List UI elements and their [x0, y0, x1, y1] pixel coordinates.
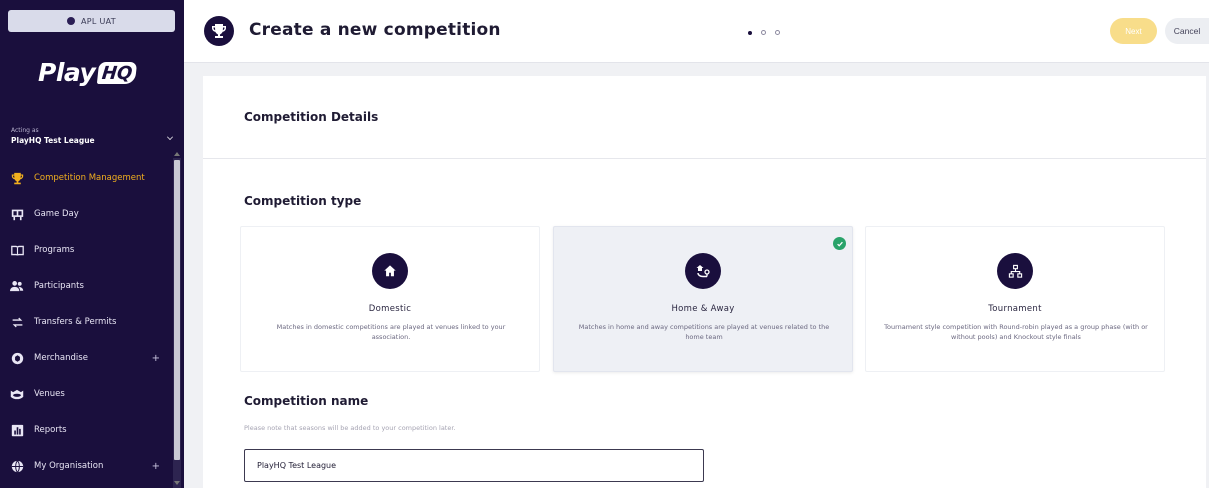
chevron-down-icon[interactable] [167, 134, 173, 140]
environment-badge: APL UAT [8, 10, 175, 32]
sidebar-item-reports[interactable]: Reports [0, 412, 172, 448]
sidebar: APL UAT Play HQ Acting as PlayHQ Test Le… [0, 0, 184, 488]
organisation-switcher[interactable]: PlayHQ Test League [11, 136, 95, 145]
playhq-logo[interactable]: Play HQ [38, 58, 138, 87]
sidebar-item-label: Reports [34, 425, 67, 435]
sidebar-scrollbar-thumb[interactable] [174, 160, 180, 460]
environment-dot-icon [67, 17, 75, 25]
page-title: Create a new competition [249, 20, 501, 40]
sidebar-item-label: My Organisation [34, 461, 104, 471]
merchandise-icon [10, 351, 24, 365]
sidebar-item-programs[interactable]: Programs [0, 232, 172, 268]
logo-badge: HQ [97, 61, 138, 84]
reports-icon [10, 423, 24, 437]
scroll-up-arrow-icon[interactable] [174, 152, 180, 156]
competition-name-heading: Competition name [244, 394, 369, 408]
step-indicator [748, 30, 780, 35]
sidebar-item-transfers-permits[interactable]: Transfers & Permits [0, 304, 172, 340]
card-title: Domestic [368, 304, 412, 314]
sidebar-item-label: Programs [34, 245, 75, 255]
section-divider [203, 158, 1206, 159]
sidebar-item-label: Transfers & Permits [34, 317, 117, 327]
globe-icon [10, 459, 24, 473]
book-icon [10, 243, 24, 257]
sidebar-nav: Competition Management Game Day Programs… [0, 160, 172, 484]
sidebar-item-label: Participants [34, 281, 84, 291]
sidebar-item-game-day[interactable]: Game Day [0, 196, 172, 232]
people-icon [10, 279, 24, 293]
competition-details-heading: Competition Details [244, 110, 379, 124]
competition-type-options: Domestic Matches in domestic competition… [240, 226, 1165, 372]
expand-icon[interactable]: + [152, 353, 160, 364]
card-title: Home & Away [671, 304, 735, 314]
sidebar-item-label: Venues [34, 389, 65, 399]
step-dot-active [748, 30, 752, 35]
sidebar-item-merchandise[interactable]: Merchandise + [0, 340, 172, 376]
logo-text: Play [38, 58, 96, 87]
transfer-icon [10, 315, 24, 329]
home-away-icon [685, 253, 721, 289]
trophy-icon [10, 171, 24, 185]
expand-icon[interactable]: + [152, 461, 160, 472]
sidebar-item-my-organisation[interactable]: My Organisation + [0, 448, 172, 484]
home-icon [372, 253, 408, 289]
cancel-button[interactable]: Cancel [1165, 18, 1209, 44]
sidebar-item-label: Merchandise [34, 353, 88, 363]
stadium-icon [10, 387, 24, 401]
competition-form: Competition Details Competition type Dom… [203, 76, 1206, 488]
card-description: Tournament style competition with Round-… [884, 323, 1148, 341]
scroll-down-arrow-icon[interactable] [174, 481, 180, 485]
app-root: APL UAT Play HQ Acting as PlayHQ Test Le… [0, 0, 1209, 488]
competition-name-hint: Please note that seasons will be added t… [244, 424, 456, 432]
step-dot [775, 30, 780, 35]
sidebar-item-label: Competition Management [34, 173, 145, 183]
selected-check-icon [833, 237, 846, 250]
card-description: Matches in home and away competitions ar… [578, 323, 830, 341]
competition-type-tournament[interactable]: Tournament Tournament style competition … [865, 226, 1165, 372]
scoreboard-icon [10, 207, 24, 221]
sidebar-item-venues[interactable]: Venues [0, 376, 172, 412]
card-title: Tournament [988, 304, 1042, 314]
card-description: Matches in domestic competitions are pla… [276, 323, 506, 341]
step-dot [761, 30, 766, 35]
sidebar-item-label: Game Day [34, 209, 79, 219]
competition-name-input[interactable] [244, 449, 704, 482]
sidebar-item-competition-management[interactable]: Competition Management [0, 160, 172, 196]
sidebar-item-participants[interactable]: Participants [0, 268, 172, 304]
bracket-icon [997, 253, 1033, 289]
competition-type-domestic[interactable]: Domestic Matches in domestic competition… [240, 226, 540, 372]
competition-type-heading: Competition type [244, 194, 362, 208]
environment-label: APL UAT [81, 16, 116, 26]
competition-type-home-away[interactable]: Home & Away Matches in home and away com… [553, 226, 853, 372]
acting-as-label: Acting as [11, 127, 39, 134]
page-header: Create a new competition Next Cancel [184, 0, 1209, 63]
next-button[interactable]: Next [1110, 18, 1157, 44]
trophy-icon [204, 16, 234, 46]
